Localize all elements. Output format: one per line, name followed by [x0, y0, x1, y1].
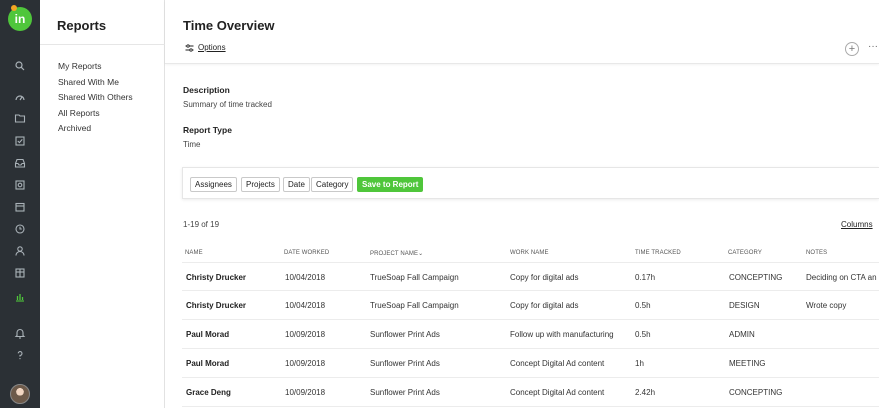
table-row[interactable]: Paul Morad 10/09/2018 Sunflower Print Ad… [182, 349, 879, 378]
column-header-time-tracked[interactable]: TIME TRACKED [635, 250, 681, 256]
cell-category: DESIGN [729, 301, 760, 310]
filter-category[interactable]: Category [311, 177, 354, 192]
column-header-project-name[interactable]: PROJECT NAME⌄ [370, 250, 423, 257]
tasks-icon[interactable] [0, 133, 40, 149]
user-icon[interactable] [0, 243, 40, 259]
sidebar-item-archived[interactable]: Archived [58, 121, 133, 137]
cell-work-name: Concept Digital Ad content [510, 359, 605, 368]
cell-work-name: Copy for digital ads [510, 273, 579, 282]
inbox-icon[interactable] [0, 155, 40, 171]
board-icon[interactable] [0, 265, 40, 281]
cell-work-name: Follow up with manufacturing [510, 330, 614, 339]
help-icon[interactable] [0, 347, 40, 363]
sidebar-list: My Reports Shared With Me Shared With Ot… [58, 59, 133, 137]
column-header-project-name-label: PROJECT NAME [370, 251, 419, 257]
sidebar-item-shared-with-others[interactable]: Shared With Others [58, 90, 133, 106]
cell-name: Paul Morad [186, 359, 230, 368]
search-icon[interactable] [0, 58, 40, 74]
main-content: Time Overview Options + ··· Description … [165, 0, 879, 408]
cell-category: MEETING [729, 359, 766, 368]
icon-rail: in [0, 0, 40, 408]
table-row[interactable]: Paul Morad 10/09/2018 Sunflower Print Ad… [182, 320, 879, 349]
cell-time-tracked: 1h [635, 359, 644, 368]
result-count: 1-19 of 19 [183, 220, 220, 229]
cell-work-name: Copy for digital ads [510, 301, 579, 310]
cell-date-worked: 10/04/2018 [285, 273, 326, 282]
proofing-icon[interactable] [0, 177, 40, 193]
table-row[interactable]: Grace Deng 10/09/2018 Sunflower Print Ad… [182, 378, 879, 407]
cell-category: CONCEPTING [729, 273, 783, 282]
column-header-work-name[interactable]: WORK NAME [510, 250, 549, 256]
cell-date-worked: 10/09/2018 [285, 388, 326, 397]
description-label: Description [183, 85, 230, 95]
cell-time-tracked: 0.17h [635, 273, 656, 282]
cell-time-tracked: 0.5h [635, 330, 651, 339]
sort-desc-icon: ⌄ [418, 251, 424, 257]
cell-name: Paul Morad [186, 330, 230, 339]
cell-category: CONCEPTING [729, 388, 783, 397]
cell-time-tracked: 2.42h [635, 388, 656, 397]
columns-link[interactable]: Columns [841, 220, 873, 229]
cell-project-name: Sunflower Print Ads [370, 330, 440, 339]
reports-sidebar: Reports My Reports Shared With Me Shared… [40, 0, 165, 408]
table-row[interactable]: Christy Drucker 10/04/2018 TrueSoap Fall… [182, 291, 879, 320]
sidebar-item-my-reports[interactable]: My Reports [58, 59, 133, 75]
avatar[interactable] [10, 384, 30, 404]
calendar-icon[interactable] [0, 199, 40, 215]
filter-bar: Assignees Projects Date Category Save to… [182, 167, 879, 199]
sidebar-item-shared-with-me[interactable]: Shared With Me [58, 75, 133, 91]
page-header: Time Overview Options + ··· [165, 0, 879, 64]
bell-icon[interactable] [0, 325, 40, 341]
options-label: Options [198, 43, 226, 52]
more-icon[interactable]: ··· [868, 41, 878, 52]
folder-icon[interactable] [0, 110, 40, 126]
save-to-report-button[interactable]: Save to Report [357, 177, 424, 192]
sliders-icon [185, 43, 194, 52]
cell-notes: Wrote copy [806, 301, 847, 310]
cell-date-worked: 10/04/2018 [285, 301, 326, 310]
cell-project-name: TrueSoap Fall Campaign [370, 301, 459, 310]
add-button[interactable]: + [845, 42, 859, 56]
cell-date-worked: 10/09/2018 [285, 359, 326, 368]
page-title: Time Overview [183, 18, 275, 33]
cell-work-name: Concept Digital Ad content [510, 388, 605, 397]
cell-category: ADMIN [729, 330, 755, 339]
cell-project-name: Sunflower Print Ads [370, 359, 440, 368]
cell-project-name: Sunflower Print Ads [370, 388, 440, 397]
filter-assignees[interactable]: Assignees [190, 177, 237, 192]
cell-name: Grace Deng [186, 388, 231, 397]
dashboard-icon[interactable] [0, 89, 40, 105]
column-header-date-worked[interactable]: DATE WORKED [284, 250, 329, 256]
cell-notes: Deciding on CTA an [806, 273, 877, 282]
cell-name: Christy Drucker [186, 301, 247, 310]
column-header-name[interactable]: NAME [185, 250, 203, 256]
table-row[interactable]: Christy Drucker 10/04/2018 TrueSoap Fall… [182, 262, 879, 291]
cell-name: Christy Drucker [186, 273, 247, 282]
filter-date[interactable]: Date [283, 177, 310, 192]
sidebar-item-all-reports[interactable]: All Reports [58, 106, 133, 122]
cell-project-name: TrueSoap Fall Campaign [370, 273, 459, 282]
description-value: Summary of time tracked [183, 100, 272, 109]
cell-date-worked: 10/09/2018 [285, 330, 326, 339]
report-type-label: Report Type [183, 125, 232, 135]
cell-time-tracked: 0.5h [635, 301, 651, 310]
report-type-value: Time [183, 140, 201, 149]
column-header-notes[interactable]: NOTES [806, 250, 827, 256]
sidebar-divider [40, 44, 165, 45]
column-header-category[interactable]: CATEGORY [728, 250, 762, 256]
filter-projects[interactable]: Projects [241, 177, 280, 192]
clock-icon[interactable] [0, 221, 40, 237]
app-logo[interactable]: in [8, 5, 32, 31]
reports-icon[interactable] [0, 289, 40, 305]
sidebar-title: Reports [57, 18, 107, 33]
options-button[interactable]: Options [185, 43, 226, 52]
